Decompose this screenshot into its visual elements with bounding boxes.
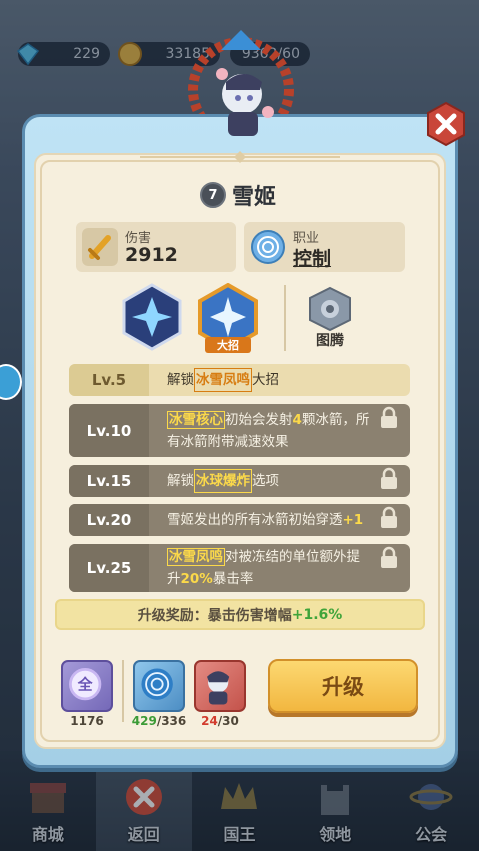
level-description: 解锁 冰球爆炸 选项 bbox=[167, 465, 370, 497]
hero-shard-item[interactable] bbox=[194, 660, 246, 712]
level-row-25: Lv.25 冰雪凤鸣 对被冻结的单位额外提升20%暴击率 bbox=[69, 544, 410, 592]
class-shard-item[interactable] bbox=[133, 660, 185, 712]
damage-value: 2912 bbox=[125, 244, 178, 266]
level-description: 冰雪核心 初始会发射4颗冰箭，所有冰箭附带减速效果 bbox=[167, 410, 370, 450]
level-tag: Lv.20 bbox=[69, 504, 149, 536]
universal-shard-item[interactable]: 全 bbox=[61, 660, 113, 712]
sword-icon bbox=[82, 228, 118, 266]
skill-ice-shard-icon[interactable] bbox=[120, 283, 184, 351]
items-divider bbox=[122, 660, 124, 722]
upgrade-reward-bar: 升级奖励：暴击伤害增幅 +1.6% bbox=[55, 599, 425, 630]
level-row-10: Lv.10 冰雪核心 初始会发射4颗冰箭，所有冰箭附带减速效果 bbox=[69, 404, 410, 457]
upgrade-button[interactable]: 升级 bbox=[268, 659, 418, 713]
level-description: 冰雪凤鸣 对被冻结的单位额外提升20%暴击率 bbox=[167, 548, 360, 587]
totem-icon[interactable] bbox=[306, 286, 354, 332]
level-tag: Lv.10 bbox=[69, 404, 149, 457]
spiral-icon bbox=[141, 668, 173, 700]
class-stat[interactable]: 职业 控制 bbox=[244, 222, 405, 272]
hero-level-badge: 7 bbox=[200, 182, 226, 208]
skill-divider bbox=[284, 285, 286, 351]
reward-value: +1.6% bbox=[291, 606, 343, 623]
level-description: 雪姬发出的所有冰箭初始穿透 +1 bbox=[167, 512, 364, 528]
hero-shard-count: 24/30 bbox=[201, 714, 239, 728]
level-row-20: Lv.20 雪姬发出的所有冰箭初始穿透 +1 bbox=[69, 504, 410, 536]
spiral-icon bbox=[251, 230, 285, 264]
ultimate-tag: 大招 bbox=[205, 337, 251, 353]
level-tag: Lv.15 bbox=[69, 465, 149, 497]
class-shard-count: 429/336 bbox=[131, 714, 187, 728]
lock-icon bbox=[381, 546, 397, 568]
lock-icon bbox=[381, 406, 397, 428]
hero-portrait bbox=[216, 68, 274, 136]
skill-highlight: 冰球爆炸 bbox=[194, 469, 252, 493]
close-button[interactable] bbox=[424, 101, 468, 147]
skill-highlight: 冰雪核心 bbox=[167, 410, 225, 429]
hero-shard-portrait bbox=[207, 671, 230, 705]
skill-highlight: 冰雪凤鸣 bbox=[194, 368, 252, 392]
level-row-15: Lv.15 解锁 冰球爆炸 选项 bbox=[69, 465, 410, 497]
reward-label: 升级奖励：暴击伤害增幅 bbox=[137, 607, 292, 624]
level-description: 解锁 冰雪凤鸣 大招 bbox=[167, 364, 370, 396]
universal-shard-count: 1176 bbox=[70, 714, 104, 728]
hero-name: 雪姬 bbox=[232, 185, 277, 210]
universal-badge-icon: 全 bbox=[69, 668, 102, 701]
level-tag: Lv.25 bbox=[69, 544, 149, 592]
class-value[interactable]: 控制 bbox=[293, 244, 331, 271]
hero-title-row: 7 雪姬 bbox=[200, 180, 276, 210]
level-tag: Lv.5 bbox=[69, 364, 149, 396]
skill-highlight: 冰雪凤鸣 bbox=[167, 548, 225, 566]
lock-icon bbox=[381, 506, 397, 528]
totem-label: 图腾 bbox=[316, 333, 344, 349]
lock-icon bbox=[381, 467, 397, 489]
damage-stat: 伤害 2912 bbox=[76, 222, 236, 272]
svg-text:全: 全 bbox=[77, 676, 93, 694]
level-row-5: Lv.5 解锁 冰雪凤鸣 大招 bbox=[69, 364, 410, 396]
ornament-icon bbox=[140, 151, 340, 163]
